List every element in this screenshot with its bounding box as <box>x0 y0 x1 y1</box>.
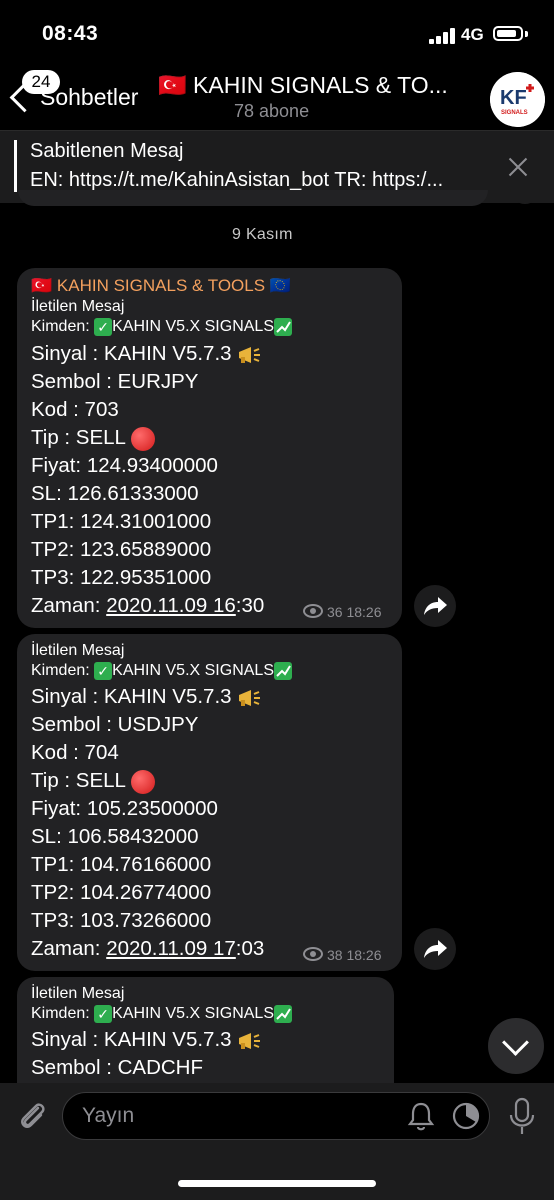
tp3-line: TP3: 103.73266000 <box>31 909 212 932</box>
symbol-line: Sembol : CADCHF <box>31 1056 204 1079</box>
megaphone-icon <box>239 346 261 363</box>
time-rest: :03 <box>235 937 265 960</box>
scheduled-message-icon[interactable] <box>450 1100 482 1132</box>
view-count: 38 <box>327 947 343 963</box>
channel-title[interactable]: 🇹🇷 KAHIN SIGNALS & TO... <box>158 72 478 99</box>
sent-time: 18:26 <box>346 947 382 963</box>
message-meta: 36 18:26 <box>303 604 382 620</box>
network-type: 4G <box>461 25 484 44</box>
check-mark-icon: ✓ <box>94 1005 113 1023</box>
subscriber-count: 78 abone <box>234 101 310 121</box>
time-line: Zaman: 2020.11.09 17:03 <box>31 937 264 961</box>
view-count: 36 <box>327 604 343 620</box>
status-time: 08:43 <box>42 22 99 45</box>
avatar-logo-text: KF <box>500 87 527 109</box>
message-bubble[interactable]: İletilen Mesaj Kimden: ✓ KAHIN V5.X SIGNA… <box>17 634 402 971</box>
microphone-icon[interactable] <box>506 1096 538 1136</box>
signal-text: Sinyal : KAHIN V5.7.3 <box>31 342 232 365</box>
forward-button[interactable] <box>414 585 456 627</box>
red-circle-icon <box>130 769 155 794</box>
code-line: Kod : 703 <box>31 398 119 421</box>
chart-up-icon <box>274 1005 292 1023</box>
views-eye-icon <box>303 604 323 618</box>
type-text: Tip : SELL <box>31 769 126 792</box>
battery-icon <box>493 26 523 41</box>
signal-line: Sinyal : KAHIN V5.7.3 <box>31 685 263 709</box>
cellular-signal-icon <box>429 28 455 44</box>
price-line: Fiyat: 124.93400000 <box>31 454 218 477</box>
megaphone-icon <box>239 1032 261 1049</box>
check-mark-icon: ✓ <box>94 662 113 680</box>
tp2-line: TP2: 123.65889000 <box>31 538 212 561</box>
from-label: Kimden: <box>31 662 90 680</box>
scroll-to-bottom-button[interactable] <box>488 1018 544 1074</box>
share-arrow-icon <box>424 597 447 615</box>
message-meta: 38 18:26 <box>303 947 382 963</box>
check-mark-icon: ✓ <box>94 318 113 336</box>
forwarded-from[interactable]: Kimden: ✓ KAHIN V5.X SIGNALS <box>31 662 292 680</box>
battery-tip <box>525 31 528 37</box>
tp2-line: TP2: 104.26774000 <box>31 881 212 904</box>
forwarded-from[interactable]: Kimden: ✓ KAHIN V5.X SIGNALS <box>31 1005 292 1023</box>
price-line: Fiyat: 105.23500000 <box>31 797 218 820</box>
time-label: Zaman: <box>31 594 107 617</box>
pinned-title: Sabitlenen Mesaj <box>30 140 184 162</box>
signal-line: Sinyal : KAHIN V5.7.3 <box>31 1028 263 1052</box>
type-line: Tip : SELL <box>31 426 155 451</box>
red-circle-icon <box>130 426 155 451</box>
date-separator: 9 Kasım <box>232 226 293 243</box>
forwarded-label: İletilen Mesaj <box>31 985 125 1002</box>
tp3-line: TP3: 122.95351000 <box>31 566 212 589</box>
forward-button[interactable] <box>414 928 456 970</box>
sl-line: SL: 126.61333000 <box>31 482 199 505</box>
paperclip-icon[interactable] <box>14 1098 50 1134</box>
eu-flag-icon: 🇪🇺 <box>269 276 291 295</box>
avatar-logo-subtext: SIGNALS <box>501 110 528 116</box>
close-pinned-icon[interactable] <box>505 154 531 180</box>
bell-icon[interactable] <box>406 1100 436 1132</box>
previous-bubble-edge <box>18 190 488 206</box>
time-link[interactable]: 2020.11.09 17 <box>106 937 236 960</box>
channel-avatar[interactable]: KF SIGNALS <box>490 72 545 127</box>
forwarded-from[interactable]: Kimden: ✓ KAHIN V5.X SIGNALS <box>31 318 292 336</box>
signal-line: Sinyal : KAHIN V5.7.3 <box>31 342 263 366</box>
time-rest: :30 <box>235 594 265 617</box>
home-indicator <box>178 1180 376 1187</box>
pinned-text: EN: https://t.me/KahinAsistan_bot TR: ht… <box>30 169 444 191</box>
from-label: Kimden: <box>31 318 90 336</box>
pinned-accent-bar <box>14 140 17 192</box>
message-bubble[interactable]: 🇹🇷 KAHIN SIGNALS & TOOLS 🇪🇺 İletilen Mes… <box>17 268 402 628</box>
from-label: Kimden: <box>31 1005 90 1023</box>
time-link[interactable]: 2020.11.09 16 <box>106 594 236 617</box>
forwarded-label: İletilen Mesaj <box>31 298 125 315</box>
signal-text: Sinyal : KAHIN V5.7.3 <box>31 1028 232 1051</box>
from-name: KAHIN V5.X SIGNALS <box>112 318 274 336</box>
symbol-line: Sembol : EURJPY <box>31 370 199 393</box>
kahin-logo-icon: KF SIGNALS <box>490 72 545 127</box>
from-name: KAHIN V5.X SIGNALS <box>112 662 274 680</box>
chart-up-icon <box>274 318 292 336</box>
sent-time: 18:26 <box>346 604 382 620</box>
sl-line: SL: 106.58432000 <box>31 825 199 848</box>
time-line: Zaman: 2020.11.09 16:30 <box>31 594 264 618</box>
channel-name: KAHIN SIGNALS & TOOLS <box>56 276 266 295</box>
signal-text: Sinyal : KAHIN V5.7.3 <box>31 685 232 708</box>
unread-count-badge: 24 <box>22 70 60 94</box>
tp1-line: TP1: 104.76166000 <box>31 853 212 876</box>
input-placeholder: Yayın <box>82 1104 135 1127</box>
time-label: Zaman: <box>31 937 107 960</box>
forwarded-label: İletilen Mesaj <box>31 642 125 659</box>
tp1-line: TP1: 124.31001000 <box>31 510 212 533</box>
code-line: Kod : 704 <box>31 741 119 764</box>
channel-name-row[interactable]: 🇹🇷 KAHIN SIGNALS & TOOLS 🇪🇺 <box>31 276 291 296</box>
turkey-flag-icon: 🇹🇷 <box>31 276 53 295</box>
symbol-line: Sembol : USDJPY <box>31 713 199 736</box>
megaphone-icon <box>239 689 261 706</box>
chart-up-icon <box>274 662 292 680</box>
share-arrow-icon <box>424 940 447 958</box>
type-text: Tip : SELL <box>31 426 126 449</box>
views-eye-icon <box>303 947 323 961</box>
from-name: KAHIN V5.X SIGNALS <box>112 1005 274 1023</box>
type-line: Tip : SELL <box>31 769 155 794</box>
